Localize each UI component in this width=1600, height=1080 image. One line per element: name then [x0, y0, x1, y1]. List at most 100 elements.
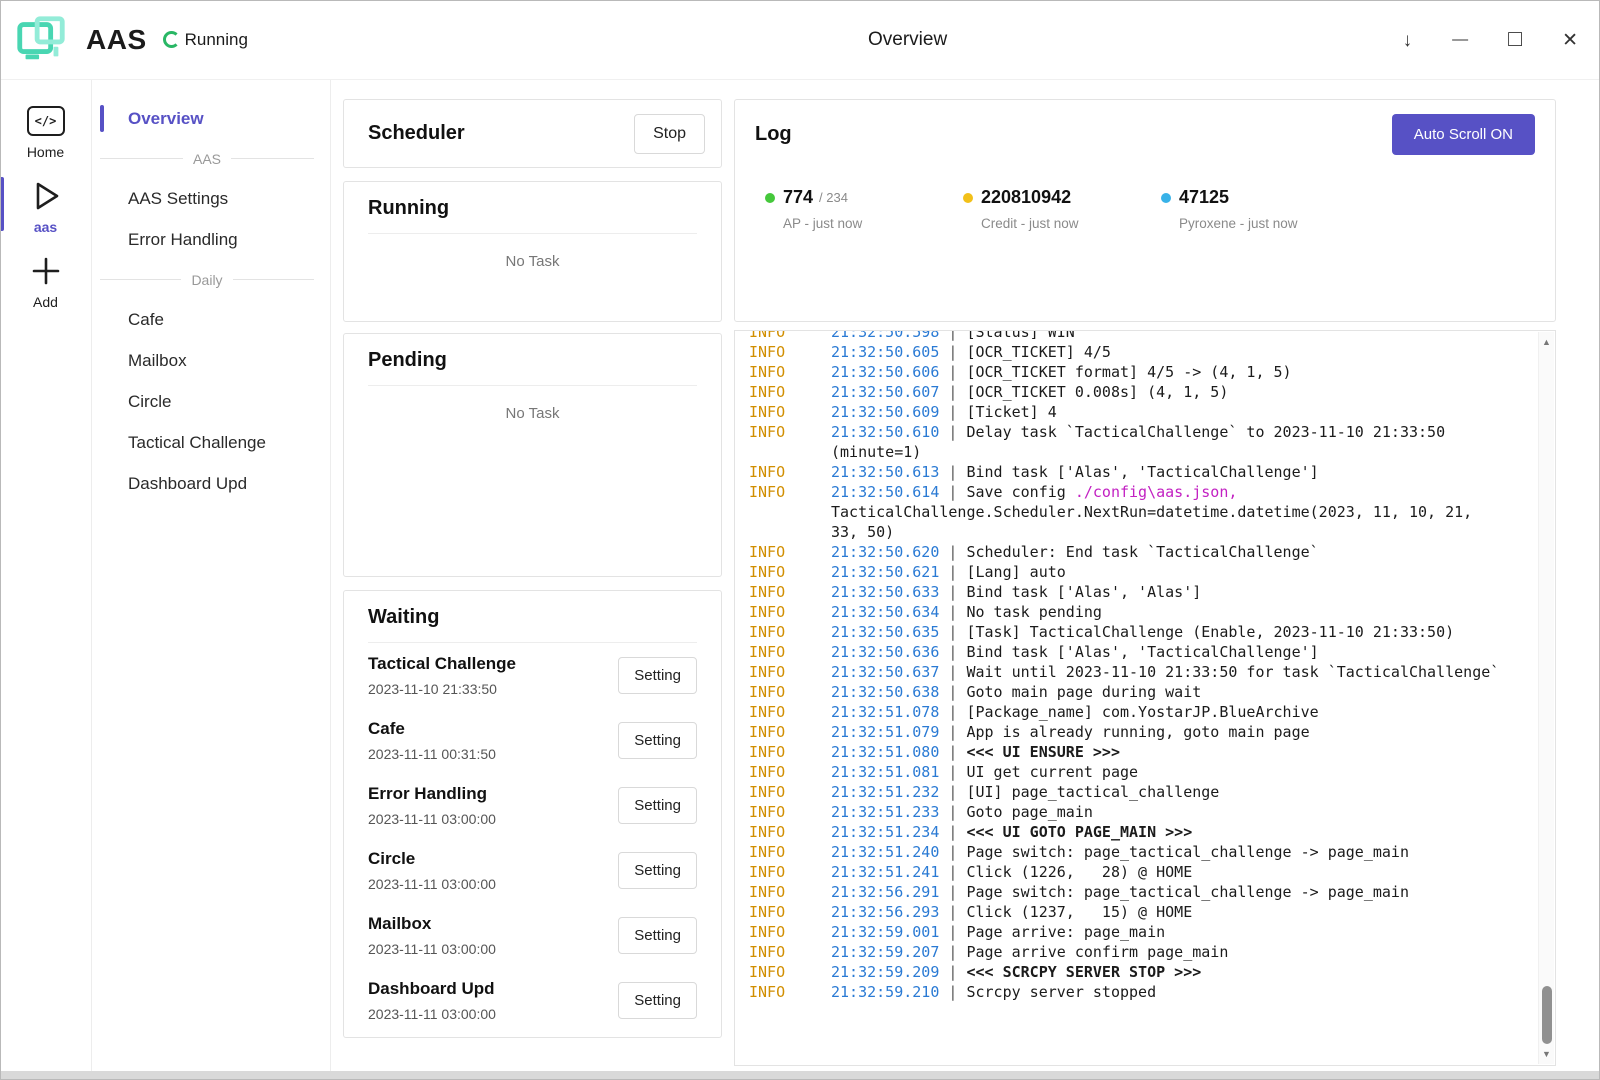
auto-scroll-button[interactable]: Auto Scroll ON [1392, 114, 1535, 155]
running-panel: Running No Task [343, 181, 722, 322]
log-line: INFO21:32:56.293 | Click (1237, 15) @ HO… [749, 902, 1521, 922]
rail-item-home[interactable]: </> Home [0, 94, 91, 169]
log-line: INFO21:32:59.209 | <<< SCRCPY SERVER STO… [749, 962, 1521, 982]
close-icon[interactable]: ✕ [1562, 31, 1578, 50]
arrow-down-icon[interactable]: ↓ [1403, 31, 1413, 50]
setting-button[interactable]: Setting [618, 982, 697, 1019]
stat-label: AP - just now [765, 216, 963, 231]
log-message: 21:32:50.613 | Bind task ['Alas', 'Tacti… [831, 462, 1521, 482]
log-timestamp: 21:32:50.620 [831, 543, 939, 561]
pending-empty-text: No Task [368, 405, 697, 422]
log-level: INFO [749, 582, 831, 602]
rail-item-add[interactable]: Add [0, 244, 91, 319]
log-level: INFO [749, 462, 831, 482]
log-message: 21:32:51.233 | Goto page_main [831, 802, 1521, 822]
setting-button[interactable]: Setting [618, 657, 697, 694]
log-level: INFO [749, 542, 831, 562]
log-line: INFO21:32:50.613 | Bind task ['Alas', 'T… [749, 462, 1521, 482]
log-line: INFO21:32:59.210 | Scrcpy server stopped [749, 982, 1521, 1002]
log-output-area[interactable]: INFO21:32:50.598 | [Status] WININFO21:32… [734, 330, 1556, 1066]
waiting-task-row: Cafe2023-11-11 00:31:50Setting [368, 708, 697, 773]
stat-value: 774 [783, 187, 813, 208]
log-scroll-view[interactable]: INFO21:32:50.598 | [Status] WININFO21:32… [735, 331, 1555, 1065]
log-message: 21:32:50.636 | Bind task ['Alas', 'Tacti… [831, 642, 1521, 662]
running-empty-text: No Task [368, 253, 697, 270]
log-timestamp: 21:32:51.079 [831, 723, 939, 741]
log-line: INFO21:32:56.291 | Page switch: page_tac… [749, 882, 1521, 902]
log-message: 21:32:51.240 | Page switch: page_tactica… [831, 842, 1521, 862]
status-label: Running [185, 30, 248, 50]
app-logo-icon [10, 9, 72, 71]
sidebar-item-error-handling[interactable]: Error Handling [92, 219, 330, 260]
topbar: AAS Running Overview ↓ — □ ✕ [0, 0, 1600, 80]
log-timestamp: 21:32:50.610 [831, 423, 939, 441]
log-message: 21:32:59.207 | Page arrive confirm page_… [831, 942, 1521, 962]
rail-label-home: Home [27, 144, 64, 160]
log-level: INFO [749, 882, 831, 902]
scrollbar-down-icon[interactable]: ▼ [1539, 1049, 1554, 1059]
divider [368, 385, 697, 386]
log-message: 21:32:59.001 | Page arrive: page_main [831, 922, 1521, 942]
waiting-task-info: Error Handling2023-11-11 03:00:00 [368, 784, 496, 827]
minimize-icon[interactable]: — [1452, 32, 1468, 48]
log-line: INFO21:32:50.638 | Goto main page during… [749, 682, 1521, 702]
waiting-task-name: Circle [368, 849, 496, 869]
horizontal-scrollbar[interactable] [0, 1071, 1600, 1080]
log-timestamp: 21:32:50.606 [831, 363, 939, 381]
log-level: INFO [749, 982, 831, 1002]
setting-button[interactable]: Setting [618, 787, 697, 824]
log-header-panel: Log Auto Scroll ON 774/ 234AP - just now… [734, 99, 1556, 322]
log-timestamp: 21:32:50.636 [831, 643, 939, 661]
setting-button[interactable]: Setting [618, 917, 697, 954]
waiting-task-row: Error Handling2023-11-11 03:00:00 Setting [368, 773, 697, 838]
stat-item: 220810942Credit - just now [963, 187, 1161, 231]
stop-button[interactable]: Stop [634, 114, 705, 154]
log-message: 21:32:50.634 | No task pending [831, 602, 1521, 622]
log-line: INFO21:32:50.633 | Bind task ['Alas', 'A… [749, 582, 1521, 602]
waiting-title: Waiting [368, 606, 697, 629]
log-scrollbar[interactable]: ▲ ▼ [1538, 332, 1554, 1064]
log-timestamp: 21:32:50.638 [831, 683, 939, 701]
log-timestamp: 21:32:51.081 [831, 763, 939, 781]
waiting-panel: Waiting Tactical Challenge2023-11-10 21:… [343, 590, 722, 1038]
log-timestamp: 21:32:50.609 [831, 403, 939, 421]
rail-item-aas[interactable]: aas [0, 169, 91, 244]
log-level: INFO [749, 342, 831, 362]
log-message: 21:32:56.291 | Page switch: page_tactica… [831, 882, 1521, 902]
log-level: INFO [749, 822, 831, 842]
sidebar-item-circle[interactable]: Circle [92, 381, 330, 422]
sidebar-item-aas-settings[interactable]: AAS Settings [92, 178, 330, 219]
log-line: INFO21:32:50.606 | [OCR_TICKET format] 4… [749, 362, 1521, 382]
waiting-task-time: 2023-11-11 00:31:50 [368, 746, 496, 762]
sidebar-item-cafe[interactable]: Cafe [92, 299, 330, 340]
sidebar-item-tactical-challenge[interactable]: Tactical Challenge [92, 422, 330, 463]
waiting-task-time: 2023-11-10 21:33:50 [368, 681, 516, 697]
log-level: INFO [749, 742, 831, 762]
sidebar-item-dashboard-upd[interactable]: Dashboard Upd [92, 463, 330, 504]
active-indicator [0, 177, 4, 231]
sidebar-item-mailbox[interactable]: Mailbox [92, 340, 330, 381]
log-timestamp: 21:32:59.207 [831, 943, 939, 961]
sidebar: OverviewAASAAS SettingsError HandlingDai… [92, 80, 331, 1080]
page-title: Overview [868, 29, 947, 51]
scrollbar-up-icon[interactable]: ▲ [1539, 337, 1554, 347]
plus-icon [31, 254, 61, 288]
log-line: INFO21:32:50.598 | [Status] WIN [749, 331, 1521, 342]
setting-button[interactable]: Setting [618, 852, 697, 889]
log-line: INFO21:32:50.634 | No task pending [749, 602, 1521, 622]
scrollbar-thumb[interactable] [1542, 986, 1552, 1044]
maximize-icon[interactable]: □ [1508, 27, 1522, 50]
log-timestamp: 21:32:51.234 [831, 823, 939, 841]
log-message: 21:32:51.232 | [UI] page_tactical_challe… [831, 782, 1521, 802]
log-line: INFO21:32:50.609 | [Ticket] 4 [749, 402, 1521, 422]
log-level: INFO [749, 622, 831, 642]
log-level: INFO [749, 902, 831, 922]
stat-dot-icon [1161, 193, 1171, 203]
sidebar-item-overview[interactable]: Overview [92, 98, 330, 139]
setting-button[interactable]: Setting [618, 722, 697, 759]
stat-dot-icon [963, 193, 973, 203]
sidebar-section-label: Daily [191, 272, 222, 288]
scheduler-title: Scheduler [368, 122, 465, 145]
log-message: 21:32:50.609 | [Ticket] 4 [831, 402, 1521, 422]
app-name: AAS [86, 24, 147, 56]
